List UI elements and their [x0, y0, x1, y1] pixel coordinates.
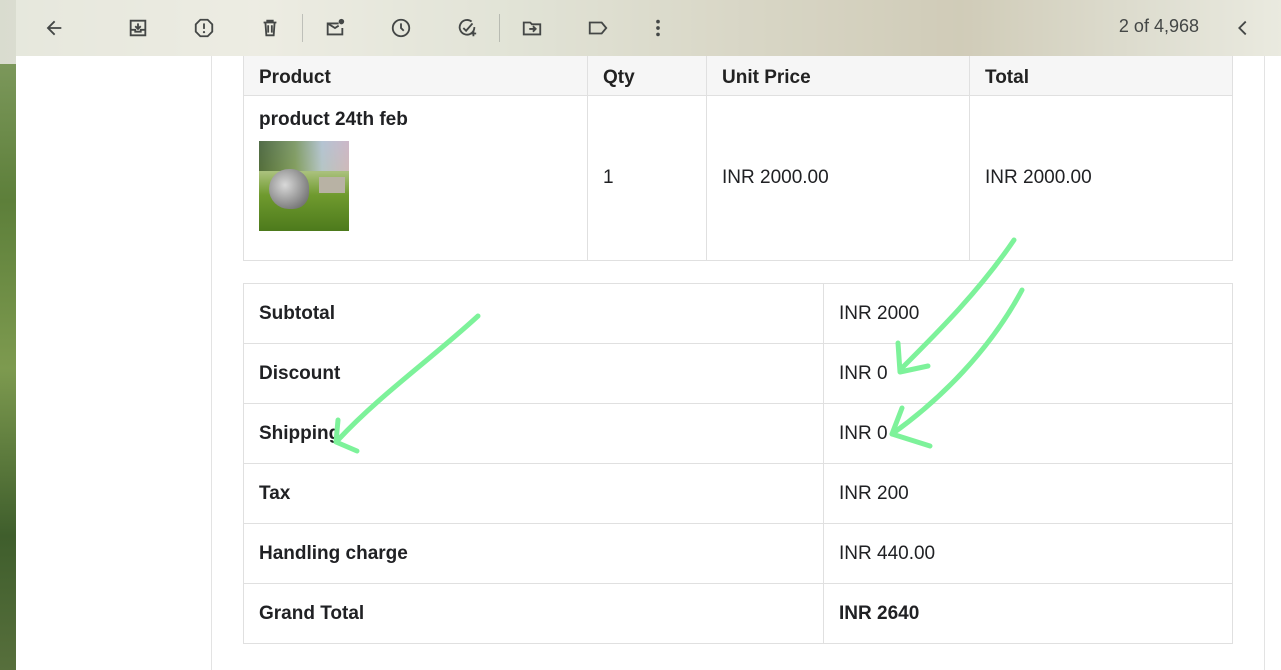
email-view: Product Qty Unit Price Total product 24t…: [16, 56, 1281, 670]
summary-label: Discount: [243, 343, 824, 404]
email-body: Product Qty Unit Price Total product 24t…: [211, 56, 1265, 670]
summary-value: INR 2000: [823, 283, 1233, 344]
newer-message-button[interactable]: [1223, 8, 1263, 48]
report-spam-button[interactable]: [184, 8, 224, 48]
table-row: Handling charge INR 440.00: [243, 523, 1233, 584]
message-pager-count: 2 of 4,968: [1118, 16, 1199, 36]
snooze-button[interactable]: [381, 8, 421, 48]
table-row: product 24th feb 1 INR 2000.00 INR 2000.…: [243, 95, 1233, 261]
table-row: Grand Total INR 2640: [243, 583, 1233, 644]
summary-label: Grand Total: [243, 583, 824, 644]
add-task-icon: [458, 19, 477, 37]
table-row: Subtotal INR 2000: [243, 283, 1233, 344]
product-cell: product 24th feb: [243, 95, 588, 261]
summary-value: INR 440.00: [823, 523, 1233, 584]
message-toolbar: 2 of 4,968: [16, 0, 1281, 56]
total-cell: INR 2000.00: [969, 95, 1233, 261]
report-spam-icon: [194, 18, 214, 38]
column-header-total: Total: [969, 56, 1233, 96]
back-arrow-icon: [46, 20, 62, 36]
summary-value: INR 0: [823, 343, 1233, 404]
snooze-icon: [391, 18, 411, 38]
summary-label: Tax: [243, 463, 824, 524]
more-options-button[interactable]: [638, 8, 678, 48]
move-to-icon: [522, 21, 542, 36]
summary-value: INR 0: [823, 403, 1233, 464]
table-row: Shipping INR 0: [243, 403, 1233, 464]
add-to-tasks-button[interactable]: [447, 8, 487, 48]
toolbar-divider: [499, 14, 500, 42]
archive-icon: [129, 19, 147, 37]
summary-label: Shipping: [243, 403, 824, 464]
column-header-unit-price: Unit Price: [706, 56, 970, 96]
order-items-table: Product Qty Unit Price Total product 24t…: [243, 56, 1233, 261]
mark-unread-button[interactable]: [315, 8, 355, 48]
column-header-qty: Qty: [587, 56, 707, 96]
mark-unread-icon: [326, 18, 345, 36]
table-row: Discount INR 0: [243, 343, 1233, 404]
label-button[interactable]: [578, 8, 618, 48]
delete-icon: [263, 19, 277, 37]
summary-label: Subtotal: [243, 283, 824, 344]
order-summary-table: Subtotal INR 2000 Discount INR 0 Shippin…: [243, 283, 1233, 644]
product-thumbnail[interactable]: [259, 141, 349, 231]
unit-price-cell: INR 2000.00: [706, 95, 970, 261]
qty-cell: 1: [587, 95, 707, 261]
label-icon: [588, 21, 608, 35]
back-button[interactable]: [34, 8, 74, 48]
more-options-icon: [656, 19, 660, 37]
column-header-product: Product: [243, 56, 588, 96]
table-row: Tax INR 200: [243, 463, 1233, 524]
archive-button[interactable]: [118, 8, 158, 48]
toolbar-divider: [302, 14, 303, 42]
product-name: product 24th feb: [259, 109, 408, 130]
grand-total-value: INR 2640: [823, 583, 1233, 644]
chevron-left-icon: [1238, 20, 1247, 36]
table-header-row: Product Qty Unit Price Total: [243, 56, 1233, 96]
summary-label: Handling charge: [243, 523, 824, 584]
summary-value: INR 200: [823, 463, 1233, 524]
delete-button[interactable]: [250, 8, 290, 48]
move-to-button[interactable]: [512, 8, 552, 48]
